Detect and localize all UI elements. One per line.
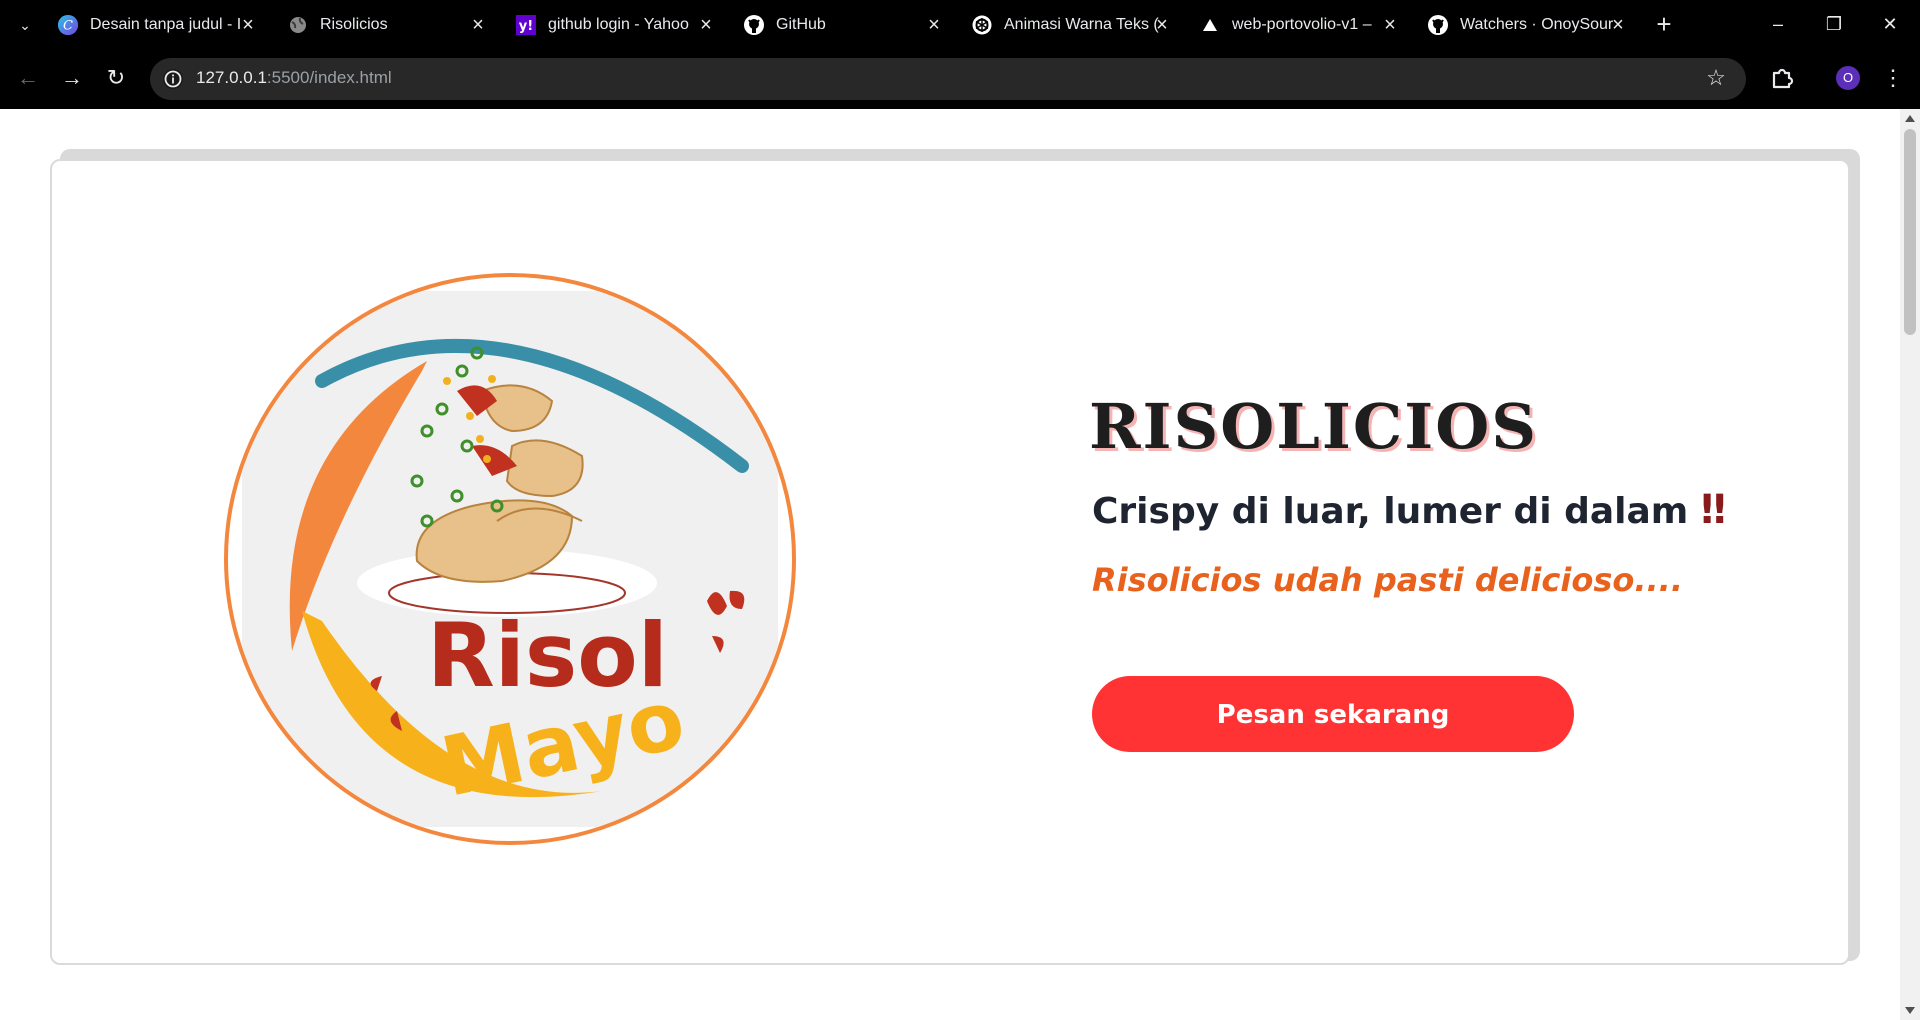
page-title: RISOLICIOS	[1089, 390, 1539, 463]
reload-icon[interactable]: ↻	[102, 64, 130, 92]
page-scrollbar[interactable]	[1900, 109, 1920, 1020]
site-info-icon[interactable]	[162, 68, 184, 90]
close-icon[interactable]: ×	[1152, 15, 1172, 35]
github-icon	[744, 15, 764, 35]
github-icon	[1428, 15, 1448, 35]
order-now-button[interactable]: Pesan sekarang	[1092, 676, 1574, 752]
tab-strip: ⌄ C Desain tanpa judul - I × Risolicios …	[0, 0, 1920, 50]
hero-tagline: Risolicios udah pasti delicioso....	[1092, 561, 1683, 599]
tab-animasi[interactable]: Animasi Warna Teks ( ×	[972, 8, 1172, 42]
url-path: :5500/index.html	[266, 68, 392, 87]
chatgpt-icon	[972, 15, 992, 35]
svg-text:C: C	[63, 19, 73, 34]
yahoo-icon: y!	[516, 15, 536, 35]
kebab-menu-icon[interactable]: ⋮	[1882, 64, 1904, 92]
canva-icon: C	[58, 15, 78, 35]
hero-subtitle: Crispy di luar, lumer di dalam ‼	[1092, 487, 1726, 533]
logo-artwork: Risol Mayo	[242, 291, 778, 827]
address-bar[interactable]: 127.0.0.1:5500/index.html ☆	[150, 58, 1746, 100]
browser-toolbar: ← → ↻ 127.0.0.1:5500/index.html ☆ O ⋮	[0, 50, 1920, 109]
globe-icon	[288, 15, 308, 35]
tab-risolicios[interactable]: Risolicios ×	[288, 8, 488, 42]
close-icon[interactable]: ×	[468, 15, 488, 35]
tab-search-icon[interactable]: ⌄	[14, 15, 36, 35]
hero-subtitle-text: Crispy di luar, lumer di dalam	[1092, 491, 1689, 532]
vercel-icon	[1200, 15, 1220, 35]
scroll-up-icon[interactable]	[1905, 115, 1915, 122]
tab-title: Risolicios	[320, 16, 388, 33]
tab-yahoo[interactable]: y! github login - Yahoo ×	[516, 8, 716, 42]
tab-title: Animasi Warna Teks (	[1004, 16, 1159, 33]
scroll-down-icon[interactable]	[1905, 1007, 1915, 1014]
minimize-icon[interactable]: –	[1763, 12, 1793, 36]
double-exclamation-icon: ‼	[1700, 487, 1726, 533]
scroll-thumb[interactable]	[1904, 129, 1916, 335]
tab-title: Watchers · OnoySour	[1460, 16, 1614, 33]
close-icon[interactable]: ×	[924, 15, 944, 35]
close-icon[interactable]: ×	[696, 15, 716, 35]
extensions-puzzle-icon[interactable]	[1768, 64, 1796, 92]
restore-icon[interactable]: ❐	[1819, 12, 1849, 36]
tab-title: GitHub	[776, 16, 826, 33]
url-host: 127.0.0.1	[196, 68, 267, 87]
forward-arrow-icon[interactable]: →	[58, 64, 86, 92]
tab-title: Desain tanpa judul - I	[90, 16, 242, 33]
new-tab-button[interactable]: +	[1652, 11, 1676, 37]
risol-mayo-logo: Risol Mayo	[224, 273, 796, 845]
page-viewport: Risol Mayo RISOLICIOS Crispy di luar, lu…	[0, 109, 1900, 1020]
close-window-icon[interactable]: ✕	[1875, 12, 1905, 36]
tab-portovolio[interactable]: web-portovolio-v1 – ×	[1200, 8, 1400, 42]
tab-title: web-portovolio-v1 –	[1232, 16, 1372, 33]
tab-title: github login - Yahoo	[548, 16, 689, 33]
close-icon[interactable]: ×	[1380, 15, 1400, 35]
profile-avatar[interactable]: O	[1836, 66, 1860, 90]
tab-github[interactable]: GitHub ×	[744, 8, 944, 42]
close-icon[interactable]: ×	[238, 15, 258, 35]
svg-text:y!: y!	[519, 19, 533, 34]
back-arrow-icon[interactable]: ←	[14, 64, 42, 92]
url-text: 127.0.0.1:5500/index.html	[196, 68, 392, 88]
tab-watchers[interactable]: Watchers · OnoySour ×	[1428, 8, 1628, 42]
bookmark-star-icon[interactable]: ☆	[1704, 66, 1728, 90]
tab-desain[interactable]: C Desain tanpa judul - I ×	[58, 8, 258, 42]
close-icon[interactable]: ×	[1608, 15, 1628, 35]
hero-card: Risol Mayo RISOLICIOS Crispy di luar, lu…	[50, 159, 1850, 965]
